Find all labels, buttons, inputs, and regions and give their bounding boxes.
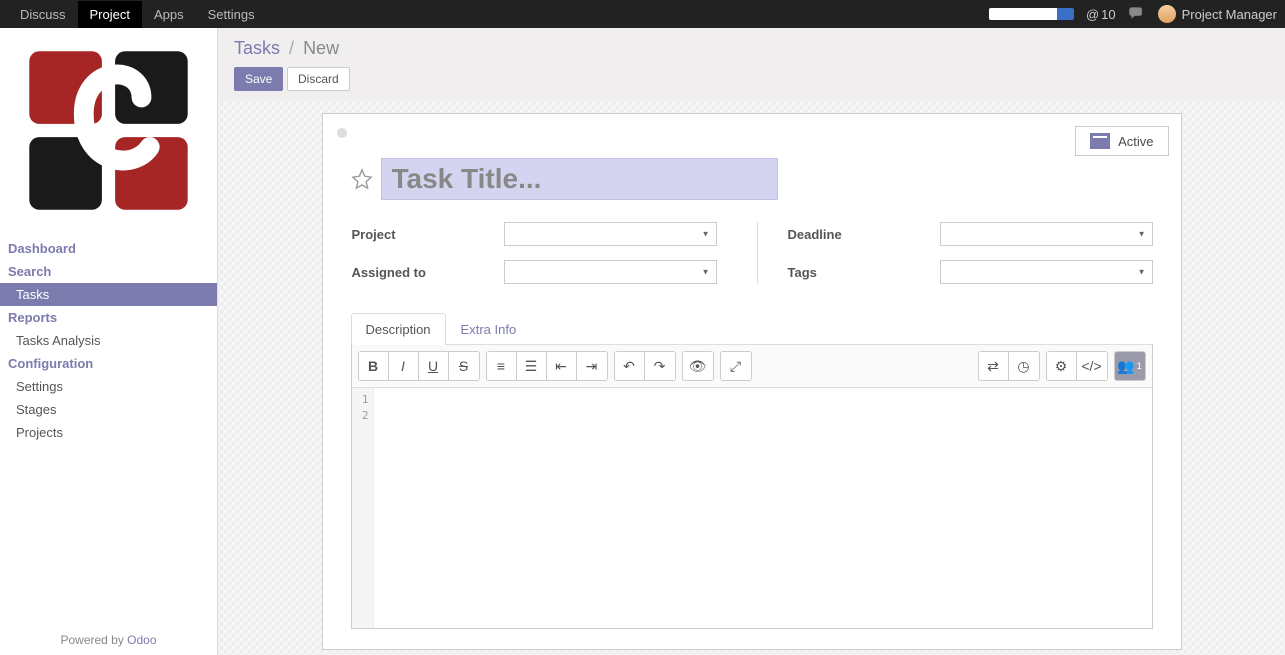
label-assigned-to: Assigned to <box>352 265 492 280</box>
sidebar-item-projects[interactable]: Projects <box>0 421 217 444</box>
mention-count: 10 <box>1101 7 1115 22</box>
app-logo <box>26 48 191 213</box>
fullscreen-button[interactable]: ⤢ <box>721 352 751 380</box>
label-tags: Tags <box>788 265 928 280</box>
navbar-right: @ 10 Project Manager <box>989 5 1277 23</box>
form-col-right: Deadline Tags <box>757 222 1153 284</box>
undo-icon: ↶ <box>623 358 635 375</box>
ordered-list-icon: ≡ <box>497 358 505 374</box>
assigned-to-select[interactable] <box>504 260 717 284</box>
redo-button[interactable]: ↷ <box>645 352 675 380</box>
tags-select[interactable] <box>940 260 1153 284</box>
sidebar-item-tasks-analysis[interactable]: Tasks Analysis <box>0 329 217 352</box>
users-icon: 👥 <box>1117 358 1134 375</box>
label-deadline: Deadline <box>788 227 928 242</box>
eye-slash-icon: 👁 <box>689 358 707 375</box>
strike-button[interactable]: S <box>449 352 479 380</box>
unordered-list-icon: ☰ <box>525 358 538 375</box>
tab-extra-info[interactable]: Extra Info <box>446 313 532 345</box>
breadcrumb: Tasks / New <box>234 38 1269 59</box>
main-content: Tasks / New Save Discard Active <box>218 28 1285 655</box>
indent-button[interactable]: ⇥ <box>577 352 607 380</box>
sidebar-menu: Dashboard Search Tasks Reports Tasks Ana… <box>0 233 217 448</box>
form-col-left: Project Assigned to <box>352 222 717 284</box>
collab-button[interactable]: 👥1 <box>1115 352 1145 380</box>
control-panel: Tasks / New Save Discard <box>218 28 1285 101</box>
title-row <box>351 158 1153 200</box>
navbar-left: Discuss Project Apps Settings <box>8 1 267 28</box>
undo-button[interactable]: ↶ <box>615 352 645 380</box>
sidebar-configuration[interactable]: Configuration <box>0 352 217 375</box>
breadcrumb-parent[interactable]: Tasks <box>234 38 280 58</box>
form-sheet: Active Project Assigned to <box>322 113 1182 650</box>
nav-discuss[interactable]: Discuss <box>8 1 78 28</box>
editor-toolbar: B I U S ≡ ☰ ⇤ ⇥ ↶ ↷ <box>352 345 1152 388</box>
ol-button[interactable]: ≡ <box>487 352 517 380</box>
switch-button[interactable]: ⇄ <box>979 352 1009 380</box>
gear-icon: ⚙ <box>1055 358 1068 375</box>
sidebar-footer: Powered by Odoo <box>0 625 217 655</box>
swap-icon: ⇄ <box>987 358 999 375</box>
sidebar-item-settings[interactable]: Settings <box>0 375 217 398</box>
form-grid: Project Assigned to Deadline <box>351 222 1153 284</box>
description-editor: B I U S ≡ ☰ ⇤ ⇥ ↶ ↷ <box>351 345 1153 629</box>
archive-icon <box>1090 133 1110 149</box>
progress-indicator[interactable] <box>989 8 1074 20</box>
top-navbar: Discuss Project Apps Settings @ 10 Proje… <box>0 0 1285 28</box>
active-toggle[interactable]: Active <box>1075 126 1168 156</box>
tab-description[interactable]: Description <box>351 313 446 345</box>
mention-badge[interactable]: @ 10 <box>1086 7 1116 22</box>
clock-icon: ◷ <box>1017 358 1029 375</box>
sidebar-search[interactable]: Search <box>0 260 217 283</box>
code-icon: </> <box>1081 358 1101 374</box>
user-name: Project Manager <box>1182 7 1277 22</box>
outdent-button[interactable]: ⇤ <box>547 352 577 380</box>
preview-button[interactable]: 👁 <box>683 352 713 380</box>
label-project: Project <box>352 227 492 242</box>
sidebar: Dashboard Search Tasks Reports Tasks Ana… <box>0 28 218 655</box>
odoo-link[interactable]: Odoo <box>127 633 156 647</box>
avatar <box>1158 5 1176 23</box>
nav-project[interactable]: Project <box>78 1 142 28</box>
italic-button[interactable]: I <box>389 352 419 380</box>
timer-button[interactable]: ◷ <box>1009 352 1039 380</box>
kanban-state-dot[interactable] <box>337 128 347 138</box>
discard-button[interactable]: Discard <box>287 67 350 91</box>
redo-icon: ↷ <box>654 358 666 375</box>
sidebar-dashboard[interactable]: Dashboard <box>0 237 217 260</box>
priority-star-icon[interactable] <box>351 168 373 190</box>
logo-area <box>0 28 217 233</box>
indent-icon: ⇥ <box>586 358 598 375</box>
code-button[interactable]: </> <box>1077 352 1107 380</box>
breadcrumb-current: New <box>303 38 339 58</box>
bold-button[interactable]: B <box>359 352 389 380</box>
expand-icon: ⤢ <box>730 358 741 375</box>
sidebar-item-stages[interactable]: Stages <box>0 398 217 421</box>
nav-settings[interactable]: Settings <box>196 1 267 28</box>
editor-body: 1 2 <box>352 388 1152 628</box>
sidebar-item-tasks[interactable]: Tasks <box>0 283 217 306</box>
outdent-icon: ⇤ <box>555 358 567 375</box>
deadline-input[interactable] <box>940 222 1153 246</box>
save-button[interactable]: Save <box>234 67 283 91</box>
at-icon: @ <box>1086 7 1099 22</box>
chat-icon[interactable] <box>1128 6 1146 23</box>
sidebar-reports[interactable]: Reports <box>0 306 217 329</box>
code-area[interactable] <box>374 388 1152 628</box>
project-select[interactable] <box>504 222 717 246</box>
underline-button[interactable]: U <box>419 352 449 380</box>
line-gutter: 1 2 <box>352 388 374 628</box>
task-title-input[interactable] <box>381 158 778 200</box>
nav-apps[interactable]: Apps <box>142 1 196 28</box>
settings-button[interactable]: ⚙ <box>1047 352 1077 380</box>
ul-button[interactable]: ☰ <box>517 352 547 380</box>
user-menu[interactable]: Project Manager <box>1158 5 1277 23</box>
active-label: Active <box>1118 134 1153 149</box>
tabs: Description Extra Info <box>351 312 1153 345</box>
